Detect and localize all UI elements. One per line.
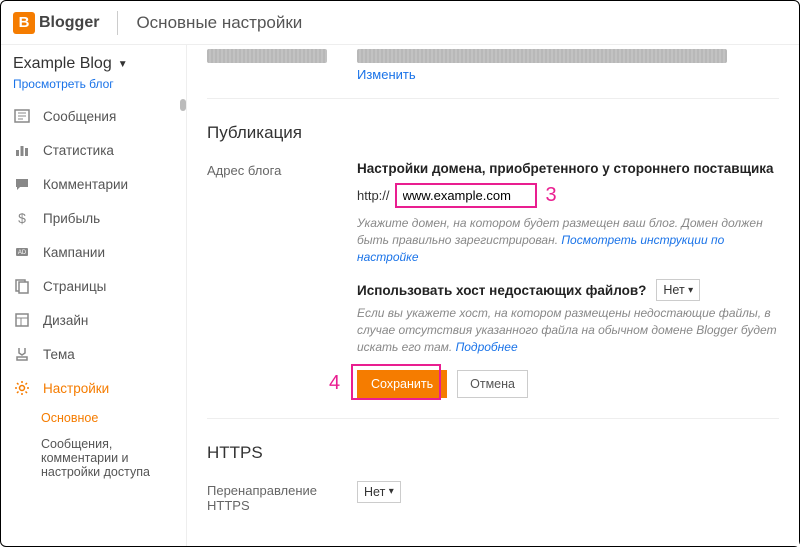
sidebar: Example Blog ▼ Просмотреть блог Сообщени…: [1, 45, 187, 546]
learn-more-link[interactable]: Подробнее: [456, 340, 518, 354]
host-missing-select[interactable]: Нет ▾: [656, 279, 700, 301]
annotation-4: 4: [329, 372, 340, 395]
host-hint: Если вы укажете хост, на котором размеще…: [357, 306, 777, 354]
protocol-label: http://: [357, 188, 390, 203]
divider: [207, 418, 779, 419]
chevron-down-icon: ▾: [688, 285, 693, 296]
brand-name: Blogger: [39, 14, 99, 32]
row-label: Адрес блога: [207, 161, 357, 178]
sidebar-item-label: Сообщения: [43, 109, 116, 124]
gear-icon: [13, 379, 31, 397]
sidebar-nav: Сообщения Статистика Комментарии $ Прибы…: [1, 99, 186, 546]
subnav-basic[interactable]: Основное: [41, 405, 186, 431]
stats-icon: [13, 141, 31, 159]
sidebar-item-comments[interactable]: Комментарии: [1, 167, 186, 201]
main-content: Изменить Публикация Адрес блога Настройк…: [187, 45, 799, 546]
sidebar-item-pages[interactable]: Страницы: [1, 269, 186, 303]
sidebar-item-label: Страницы: [43, 279, 106, 294]
sidebar-item-label: Комментарии: [43, 177, 128, 192]
cancel-button[interactable]: Отмена: [457, 370, 528, 398]
sidebar-item-earnings[interactable]: $ Прибыль: [1, 201, 186, 235]
settings-subnav: Основное Сообщения, комментарии и настро…: [1, 405, 186, 485]
earnings-icon: $: [13, 209, 31, 227]
save-button[interactable]: Сохранить: [357, 370, 447, 398]
sidebar-item-label: Статистика: [43, 143, 114, 158]
section-heading: Публикация: [207, 123, 779, 143]
page-title: Основные настройки: [136, 13, 302, 33]
row-label: Перенаправление HTTPS: [207, 481, 357, 513]
sidebar-item-label: Кампании: [43, 245, 105, 260]
annotation-3: 3: [546, 184, 557, 207]
blog-selector[interactable]: Example Blog ▼: [1, 45, 186, 77]
scrollbar-thumb[interactable]: [180, 99, 186, 111]
sidebar-item-campaigns[interactable]: AD Кампании: [1, 235, 186, 269]
comments-icon: [13, 175, 31, 193]
sidebar-item-posts[interactable]: Сообщения: [1, 99, 186, 133]
layout-icon: [13, 311, 31, 329]
https-section: HTTPS: [187, 427, 799, 481]
https-redirect-row: Перенаправление HTTPS Нет ▾: [187, 481, 799, 525]
privacy-row-cut: Изменить: [187, 49, 799, 90]
svg-text:AD: AD: [18, 250, 27, 256]
blog-address-row: Адрес блога Настройки домена, приобретен…: [187, 161, 799, 410]
pages-icon: [13, 277, 31, 295]
select-value: Нет: [663, 283, 684, 297]
app-header: B Blogger Основные настройки: [1, 1, 799, 45]
blog-name: Example Blog: [13, 55, 112, 73]
select-value: Нет: [364, 485, 385, 499]
sidebar-item-label: Прибыль: [43, 211, 100, 226]
chevron-down-icon: ▼: [118, 59, 128, 70]
theme-icon: [13, 345, 31, 363]
publication-section: Публикация: [187, 107, 799, 161]
change-link[interactable]: Изменить: [357, 67, 416, 82]
sidebar-item-label: Настройки: [43, 381, 109, 396]
app-logo[interactable]: B Blogger: [13, 12, 99, 34]
domain-input[interactable]: [396, 184, 536, 207]
posts-icon: [13, 107, 31, 125]
sidebar-item-stats[interactable]: Статистика: [1, 133, 186, 167]
section-heading: HTTPS: [207, 443, 779, 463]
svg-text:$: $: [18, 210, 26, 226]
sidebar-item-settings[interactable]: Настройки: [1, 371, 186, 405]
sidebar-item-label: Тема: [43, 347, 75, 362]
view-blog-link[interactable]: Просмотреть блог: [1, 77, 186, 99]
https-redirect-select[interactable]: Нет ▾: [357, 481, 401, 503]
subnav-posts-comments[interactable]: Сообщения, комментарии и настройки досту…: [41, 431, 186, 485]
sidebar-item-label: Дизайн: [43, 313, 88, 328]
sidebar-item-layout[interactable]: Дизайн: [1, 303, 186, 337]
divider: [207, 98, 779, 99]
blogger-logo-icon: B: [13, 12, 35, 34]
sidebar-item-theme[interactable]: Тема: [1, 337, 186, 371]
campaigns-icon: AD: [13, 243, 31, 261]
divider: [117, 11, 118, 35]
chevron-down-icon: ▾: [389, 486, 394, 497]
domain-settings-title: Настройки домена, приобретенного у сторо…: [357, 161, 779, 176]
host-missing-title: Использовать хост недостающих файлов?: [357, 283, 646, 298]
